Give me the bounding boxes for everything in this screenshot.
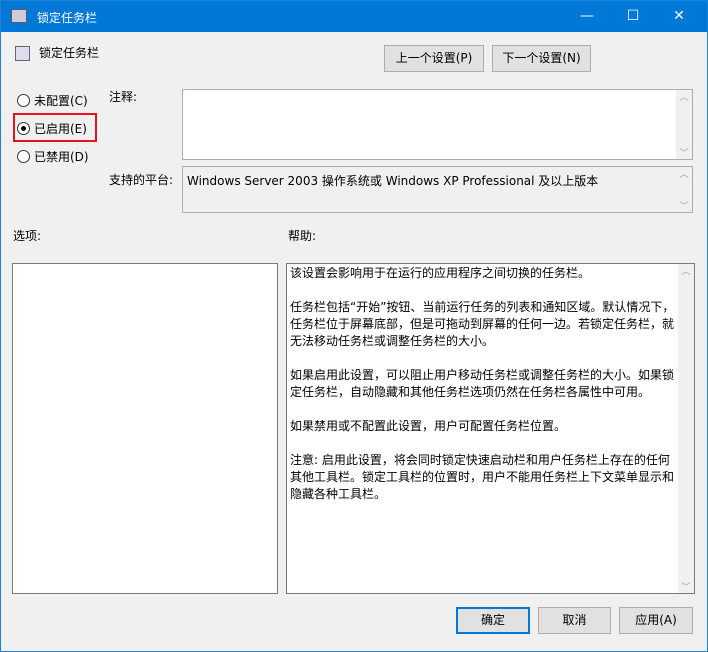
scroll-down-icon[interactable]: ﹀ xyxy=(676,146,692,159)
comment-textarea[interactable]: ︿ ﹀ xyxy=(182,89,693,160)
help-paragraph: 如果启用此设置，可以阻止用户移动任务栏或调整任务栏的大小。如果锁定任务栏，自动隐… xyxy=(290,368,675,399)
radio-label: 已禁用(D) xyxy=(34,150,89,164)
help-label: 帮助: xyxy=(288,229,317,243)
next-setting-button[interactable]: 下一个设置(N) xyxy=(492,45,591,72)
scroll-up-icon[interactable]: ︿ xyxy=(676,167,692,180)
help-paragraph: 该设置会影响用于在运行的应用程序之间切换的任务栏。 xyxy=(290,266,591,280)
scroll-down-icon[interactable]: ﹀ xyxy=(678,580,694,593)
scroll-down-icon[interactable]: ﹀ xyxy=(676,199,692,212)
platform-value: Windows Server 2003 操作系统或 Windows XP Pro… xyxy=(187,174,599,188)
scrollbar[interactable]: ︿ ﹀ xyxy=(678,264,694,593)
radio-circle xyxy=(17,94,30,107)
close-button[interactable]: ✕ xyxy=(656,1,702,32)
policy-title: 锁定任务栏 xyxy=(39,46,100,60)
platform-label: 支持的平台: xyxy=(109,173,174,187)
comment-label: 注释: xyxy=(109,90,138,104)
ok-button[interactable]: 确定 xyxy=(456,607,530,634)
policy-icon xyxy=(15,46,30,61)
title-bar: 锁定任务栏 — ☐ ✕ xyxy=(1,1,707,32)
radio-label: 已启用(E) xyxy=(34,122,87,136)
scroll-up-icon[interactable]: ︿ xyxy=(678,264,694,277)
minimize-button[interactable]: — xyxy=(564,1,610,32)
radio-circle xyxy=(17,122,30,135)
help-paragraph: 任务栏包括“开始”按钮、当前运行任务的列表和通知区域。默认情况下，任务栏位于屏幕… xyxy=(290,300,675,348)
radio-label: 未配置(C) xyxy=(34,94,88,108)
scrollbar[interactable]: ︿ ﹀ xyxy=(676,90,692,159)
cancel-button[interactable]: 取消 xyxy=(538,607,611,634)
help-paragraph: 如果禁用或不配置此设置，用户可配置任务栏位置。 xyxy=(290,419,567,433)
options-label: 选项: xyxy=(13,229,42,243)
help-panel: 该设置会影响用于在运行的应用程序之间切换的任务栏。 任务栏包括“开始”按钮、当前… xyxy=(286,263,695,594)
apply-button[interactable]: 应用(A) xyxy=(619,607,693,634)
options-panel xyxy=(12,263,278,594)
scroll-up-icon[interactable]: ︿ xyxy=(676,90,692,103)
platform-field: Windows Server 2003 操作系统或 Windows XP Pro… xyxy=(182,166,693,213)
prev-setting-button[interactable]: 上一个设置(P) xyxy=(384,45,484,72)
radio-circle xyxy=(17,150,30,163)
app-icon xyxy=(11,9,27,23)
maximize-button[interactable]: ☐ xyxy=(610,1,656,32)
scrollbar[interactable]: ︿ ﹀ xyxy=(676,167,692,212)
help-paragraph: 注意: 启用此设置，将会同时锁定快速启动栏和用户任务栏上存在的任何其他工具栏。锁… xyxy=(290,453,675,501)
window-title: 锁定任务栏 xyxy=(37,11,98,25)
